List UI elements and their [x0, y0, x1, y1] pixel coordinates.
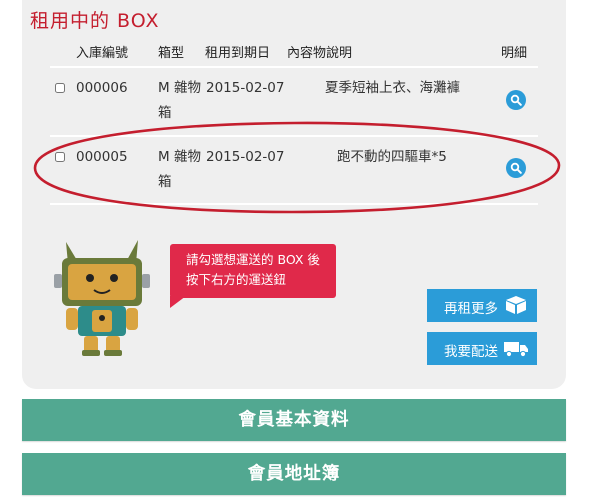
bubble-tail [170, 296, 186, 308]
instruction-line-2: 按下右方的運送鈕 [186, 272, 287, 287]
magnifier-icon [510, 94, 522, 106]
panel-title: 租用中的 BOX [30, 10, 160, 32]
rent-more-label: 再租更多 [444, 301, 498, 316]
row-checkbox[interactable] [55, 83, 65, 93]
row-storage-id: 000006 [76, 80, 128, 96]
truck-icon [504, 342, 528, 358]
ship-button[interactable]: 我要配送 [427, 332, 537, 365]
ship-label: 我要配送 [444, 344, 498, 359]
box-icon [506, 296, 526, 314]
header-expiry: 租用到期日 [205, 46, 271, 61]
header-box-type: 箱型 [158, 46, 185, 61]
detail-button[interactable] [506, 90, 526, 110]
highlight-oval [33, 121, 561, 214]
instruction-line-1: 請勾選想運送的 BOX 後 [186, 252, 320, 267]
row-description: 夏季短袖上衣、海灘褲 [325, 80, 460, 96]
robot-mascot-icon [54, 240, 150, 356]
rent-more-button[interactable]: 再租更多 [427, 289, 537, 322]
row-box-type: M 雜物 [158, 80, 201, 96]
divider [50, 66, 538, 68]
header-contents: 內容物說明 [287, 46, 353, 61]
row-expiry: 2015-02-07 [206, 80, 285, 96]
address-book-bar[interactable]: 會員地址簿 [22, 453, 566, 495]
member-info-bar[interactable]: 會員基本資料 [22, 399, 566, 441]
header-details: 明細 [501, 46, 528, 61]
instruction-bubble: 請勾選想運送的 BOX 後 按下右方的運送鈕 [170, 244, 336, 298]
header-storage-id: 入庫編號 [76, 46, 129, 61]
